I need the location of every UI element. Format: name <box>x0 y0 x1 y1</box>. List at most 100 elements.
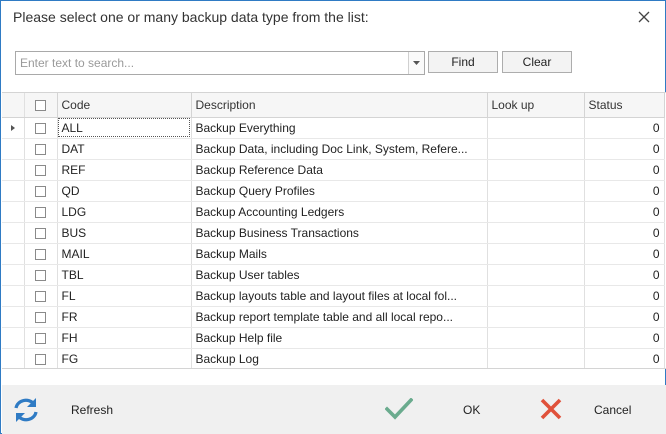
current-row-arrow-icon <box>10 125 15 132</box>
status-cell[interactable]: 0 <box>584 138 665 160</box>
column-header-description[interactable]: Description <box>191 93 488 118</box>
lookup-cell[interactable] <box>487 159 585 181</box>
find-button[interactable]: Find <box>428 51 498 73</box>
table-row[interactable]: DAT Backup Data, including Doc Link, Sys… <box>2 138 665 160</box>
table-row[interactable]: MAIL Backup Mails 0 <box>2 243 665 265</box>
row-checkbox[interactable] <box>35 269 46 281</box>
status-cell[interactable]: 0 <box>584 180 665 202</box>
table-row[interactable]: TBL Backup User tables 0 <box>2 264 665 286</box>
row-indicator <box>2 138 25 160</box>
row-checkbox[interactable] <box>35 311 46 323</box>
cancel-button[interactable]: Cancel <box>594 403 631 417</box>
description-cell[interactable]: Backup Data, including Doc Link, System,… <box>191 138 488 160</box>
search-input[interactable] <box>16 52 408 74</box>
status-cell[interactable]: 0 <box>584 264 665 286</box>
table-row[interactable]: FL Backup layouts table and layout files… <box>2 285 665 307</box>
checkmark-icon[interactable] <box>385 398 413 420</box>
status-cell[interactable]: 0 <box>584 327 665 349</box>
table-row[interactable]: FG Backup Log 0 <box>2 348 665 368</box>
row-indicator <box>2 117 25 139</box>
code-cell[interactable]: QD <box>57 180 192 202</box>
row-checkbox-cell <box>24 138 58 160</box>
code-cell[interactable]: FG <box>57 348 192 368</box>
row-checkbox-cell <box>24 159 58 181</box>
code-cell[interactable]: TBL <box>57 264 192 286</box>
code-cell[interactable]: FH <box>57 327 192 349</box>
row-checkbox[interactable] <box>35 164 46 176</box>
table-row[interactable]: FR Backup report template table and all … <box>2 306 665 328</box>
status-cell[interactable]: 0 <box>584 201 665 223</box>
lookup-cell[interactable] <box>487 222 585 244</box>
column-header-lookup[interactable]: Look up <box>487 93 585 118</box>
description-cell[interactable]: Backup User tables <box>191 264 488 286</box>
column-header-code[interactable]: Code <box>57 93 192 118</box>
description-cell[interactable]: Backup Query Profiles <box>191 180 488 202</box>
description-cell[interactable]: Backup Help file <box>191 327 488 349</box>
ok-button[interactable]: OK <box>463 403 480 417</box>
table-row[interactable]: FH Backup Help file 0 <box>2 327 665 349</box>
refresh-icon[interactable] <box>11 397 41 423</box>
row-checkbox-cell <box>24 117 58 139</box>
lookup-cell[interactable] <box>487 285 585 307</box>
lookup-cell[interactable] <box>487 327 585 349</box>
row-indicator <box>2 285 25 307</box>
dialog-footer: Refresh OK Cancel <box>2 385 666 434</box>
description-cell[interactable]: Backup Mails <box>191 243 488 265</box>
description-cell[interactable]: Backup Accounting Ledgers <box>191 201 488 223</box>
close-button[interactable] <box>631 5 657 29</box>
code-cell[interactable]: FR <box>57 306 192 328</box>
lookup-cell[interactable] <box>487 348 585 368</box>
description-cell[interactable]: Backup Business Transactions <box>191 222 488 244</box>
description-cell[interactable]: Backup Reference Data <box>191 159 488 181</box>
table-row[interactable]: QD Backup Query Profiles 0 <box>2 180 665 202</box>
code-cell[interactable]: FL <box>57 285 192 307</box>
table-row[interactable]: BUS Backup Business Transactions 0 <box>2 222 665 244</box>
row-checkbox[interactable] <box>35 185 46 197</box>
description-cell[interactable]: Backup Everything <box>191 117 488 139</box>
lookup-cell[interactable] <box>487 180 585 202</box>
row-indicator <box>2 306 25 328</box>
cross-icon[interactable] <box>540 398 562 420</box>
code-cell[interactable]: ALL <box>57 117 192 139</box>
status-cell[interactable]: 0 <box>584 243 665 265</box>
description-cell[interactable]: Backup Log <box>191 348 488 368</box>
row-checkbox[interactable] <box>35 248 46 260</box>
clear-button[interactable]: Clear <box>502 51 572 73</box>
lookup-cell[interactable] <box>487 201 585 223</box>
lookup-cell[interactable] <box>487 138 585 160</box>
table-row[interactable]: LDG Backup Accounting Ledgers 0 <box>2 201 665 223</box>
row-checkbox[interactable] <box>35 353 46 365</box>
table-row[interactable]: ALL Backup Everything 0 <box>2 117 665 139</box>
status-cell[interactable]: 0 <box>584 159 665 181</box>
code-cell[interactable]: MAIL <box>57 243 192 265</box>
row-checkbox[interactable] <box>35 227 46 239</box>
lookup-cell[interactable] <box>487 264 585 286</box>
row-checkbox[interactable] <box>35 290 46 302</box>
lookup-cell[interactable] <box>487 117 585 139</box>
refresh-button[interactable]: Refresh <box>71 403 113 417</box>
status-cell[interactable]: 0 <box>584 306 665 328</box>
lookup-cell[interactable] <box>487 243 585 265</box>
search-dropdown-button[interactable] <box>408 52 424 74</box>
status-cell[interactable]: 0 <box>584 117 665 139</box>
row-checkbox-cell <box>24 348 58 368</box>
table-row[interactable]: REF Backup Reference Data 0 <box>2 159 665 181</box>
code-cell[interactable]: BUS <box>57 222 192 244</box>
column-header-status[interactable]: Status <box>584 93 665 118</box>
status-cell[interactable]: 0 <box>584 348 665 368</box>
select-all-checkbox[interactable] <box>35 100 46 112</box>
description-cell[interactable]: Backup layouts table and layout files at… <box>191 285 488 307</box>
description-cell[interactable]: Backup report template table and all loc… <box>191 306 488 328</box>
status-cell[interactable]: 0 <box>584 285 665 307</box>
row-checkbox[interactable] <box>35 332 46 344</box>
row-checkbox[interactable] <box>35 143 46 155</box>
code-cell[interactable]: LDG <box>57 201 192 223</box>
code-cell[interactable]: DAT <box>57 138 192 160</box>
dialog-title: Please select one or many backup data ty… <box>13 9 369 25</box>
lookup-cell[interactable] <box>487 306 585 328</box>
code-cell[interactable]: REF <box>57 159 192 181</box>
row-checkbox[interactable] <box>35 206 46 218</box>
row-checkbox[interactable] <box>35 122 46 134</box>
row-checkbox-cell <box>24 201 58 223</box>
status-cell[interactable]: 0 <box>584 222 665 244</box>
